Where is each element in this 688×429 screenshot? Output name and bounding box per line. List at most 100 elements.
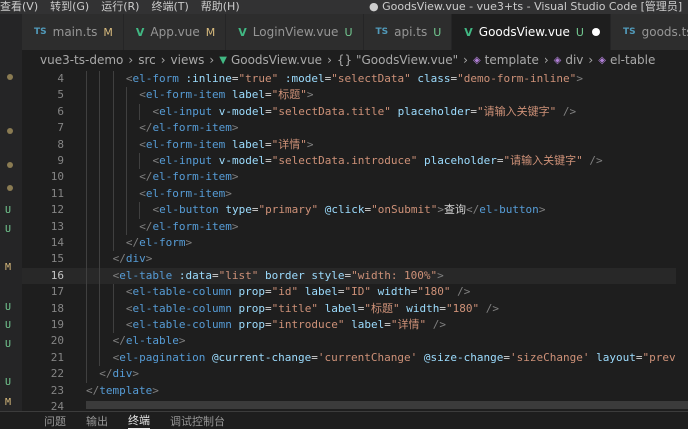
code-line[interactable]: 9 <el-input v-model="selectData.introduce… (22, 153, 688, 170)
indent-guide (99, 202, 101, 219)
code-line[interactable]: 21 <el-pagination @current-change='curren… (22, 349, 688, 367)
indent-guide (125, 120, 127, 137)
indent-guide (112, 136, 114, 153)
vue-icon: V (238, 25, 247, 39)
breadcrumb-item[interactable]: template (485, 53, 539, 67)
code-line[interactable]: 22 </div> (22, 366, 688, 383)
line-number: 22 (50, 367, 64, 381)
menu-help[interactable]: 帮助(H) (195, 0, 246, 14)
modified-dot-icon (7, 162, 13, 168)
indent-guide (99, 300, 101, 317)
code-line[interactable]: 5 <el-form-item label="标题"> (22, 87, 688, 104)
code-line[interactable]: 18 <el-table-column prop="title" label="标… (22, 300, 688, 317)
breadcrumb-item[interactable]: el-table (610, 53, 655, 67)
code-text: </el-form> (125, 236, 193, 249)
indent-guide (99, 71, 101, 88)
title-bar: 查看(V) 转到(G) 运行(R) 终端(T) 帮助(H) ● GoodsVie… (0, 0, 688, 14)
indent-guide (86, 103, 87, 121)
indent-guide (125, 136, 127, 153)
chevron-right-icon: › (128, 53, 134, 67)
git-status-mark: U (5, 320, 12, 331)
code-text: <el-table :data="list" border style="wid… (112, 268, 444, 282)
code-line[interactable]: 4 <el-form :inline="true" :model="selectD… (22, 71, 688, 88)
element-icon: ◈ (553, 54, 562, 66)
code-line[interactable]: 8 <el-form-item label="详情"> (22, 136, 688, 153)
unsaved-dot-icon[interactable] (591, 28, 600, 36)
indent-guide (112, 153, 114, 170)
breadcrumb-item[interactable]: {} "GoodsView.vue" (337, 53, 458, 67)
breadcrumb-item[interactable]: views (171, 53, 205, 67)
code-line[interactable]: 13 </el-form-item> (22, 218, 688, 235)
tab-loginview-vue[interactable]: V LoginView.vue U (226, 14, 364, 50)
indent-guide (125, 103, 127, 121)
code-text: <el-form-item label="标题"> (139, 88, 314, 102)
modified-dot-icon (7, 128, 13, 134)
tab-output[interactable]: 输出 (86, 413, 108, 429)
menu-terminal[interactable]: 终端(T) (145, 0, 194, 14)
menu-view[interactable]: 查看(V) (0, 0, 44, 14)
tab-api-ts[interactable]: TS api.ts U (363, 14, 453, 50)
tab-goodsview-vue[interactable]: V GoodsView.vue U (452, 14, 611, 50)
code-line[interactable]: 12 <el-button type="primary" @click="onSu… (22, 202, 688, 219)
indent-guide (86, 317, 87, 334)
breadcrumb-item[interactable]: GoodsView.vue (231, 53, 322, 67)
code-line[interactable]: 16 <el-table :data="list" border style="w… (22, 267, 688, 285)
code-text: </el-form-item> (139, 219, 239, 233)
breadcrumb-item[interactable]: vue3-ts-demo (40, 53, 123, 67)
line-number: 13 (50, 219, 64, 233)
indent-guide (86, 218, 87, 235)
tab-problems[interactable]: 问题 (44, 413, 66, 429)
menu-run[interactable]: 运行(R) (95, 0, 145, 14)
indent-guide (86, 71, 87, 88)
code-line[interactable]: 6 <el-input v-model="selectData.title" pl… (22, 103, 688, 121)
tab-status: M (103, 25, 113, 39)
tab-main-ts[interactable]: TS main.ts M (22, 14, 124, 50)
indent-guide (86, 153, 87, 170)
indent-guide (99, 317, 101, 334)
indent-guide (86, 284, 87, 301)
modified-dot-icon (7, 185, 13, 191)
tab-debug-console[interactable]: 调试控制台 (170, 413, 225, 429)
code-line[interactable]: 17 <el-table-column prop="id" label="ID" … (22, 284, 688, 301)
chevron-right-icon: › (543, 53, 549, 67)
tab-app-vue[interactable]: V App.vue M (123, 14, 227, 50)
code-line[interactable]: 11 <el-form-item> (22, 185, 688, 203)
git-status-mark: U (5, 339, 12, 350)
tab-status: U (344, 25, 353, 39)
vertical-scrollbar[interactable] (676, 70, 688, 411)
indent-guide (86, 235, 87, 252)
code-line[interactable]: 20 </el-table> (22, 333, 688, 350)
horizontal-scrollbar[interactable] (86, 401, 688, 409)
breadcrumb-item[interactable]: div (565, 53, 583, 67)
tab-terminal[interactable]: 终端 (128, 412, 150, 429)
git-status-mark: M (5, 397, 12, 408)
code-line[interactable]: 10 </el-form-item> (22, 169, 688, 186)
indent-guide (125, 87, 127, 104)
line-number: 8 (57, 137, 64, 151)
code-text: <el-form-item label="详情"> (139, 137, 314, 151)
code-line[interactable]: 7 </el-form-item> (22, 120, 688, 137)
code-line[interactable]: 14 </el-form> (22, 235, 688, 252)
menu-go[interactable]: 转到(G) (44, 0, 95, 14)
tab-goods-ts[interactable]: TS goods.ts U (610, 14, 688, 50)
indent-guide (99, 120, 101, 137)
code-text: </el-form-item> (139, 170, 239, 184)
code-line[interactable]: 15 </div> (22, 251, 688, 268)
chevron-right-icon: › (209, 53, 215, 67)
line-number: 19 (50, 318, 64, 331)
indent-guide (112, 103, 114, 121)
window-title: ● GoodsView.vue - vue3+ts - Visual Studi… (369, 0, 683, 13)
breadcrumb-item[interactable]: src (138, 53, 156, 67)
indent-guide (99, 153, 101, 170)
modified-dot-icon (7, 74, 13, 80)
code-text: <el-input v-model="selectData.title" pla… (152, 104, 577, 118)
indent-guide (112, 202, 114, 219)
code-line[interactable]: 23 </template> (22, 383, 688, 399)
indent-guide (112, 120, 114, 137)
code-editor[interactable]: 4 <el-form :inline="true" :model="selectD… (22, 70, 688, 411)
indent-guide (112, 218, 114, 235)
code-line[interactable]: 19 <el-table-column prop="introduce" labe… (22, 317, 688, 334)
tab-label: App.vue (150, 25, 200, 39)
tab-label: api.ts (394, 25, 428, 39)
code-text: <el-form :inline="true" :model="selectDa… (125, 72, 583, 85)
